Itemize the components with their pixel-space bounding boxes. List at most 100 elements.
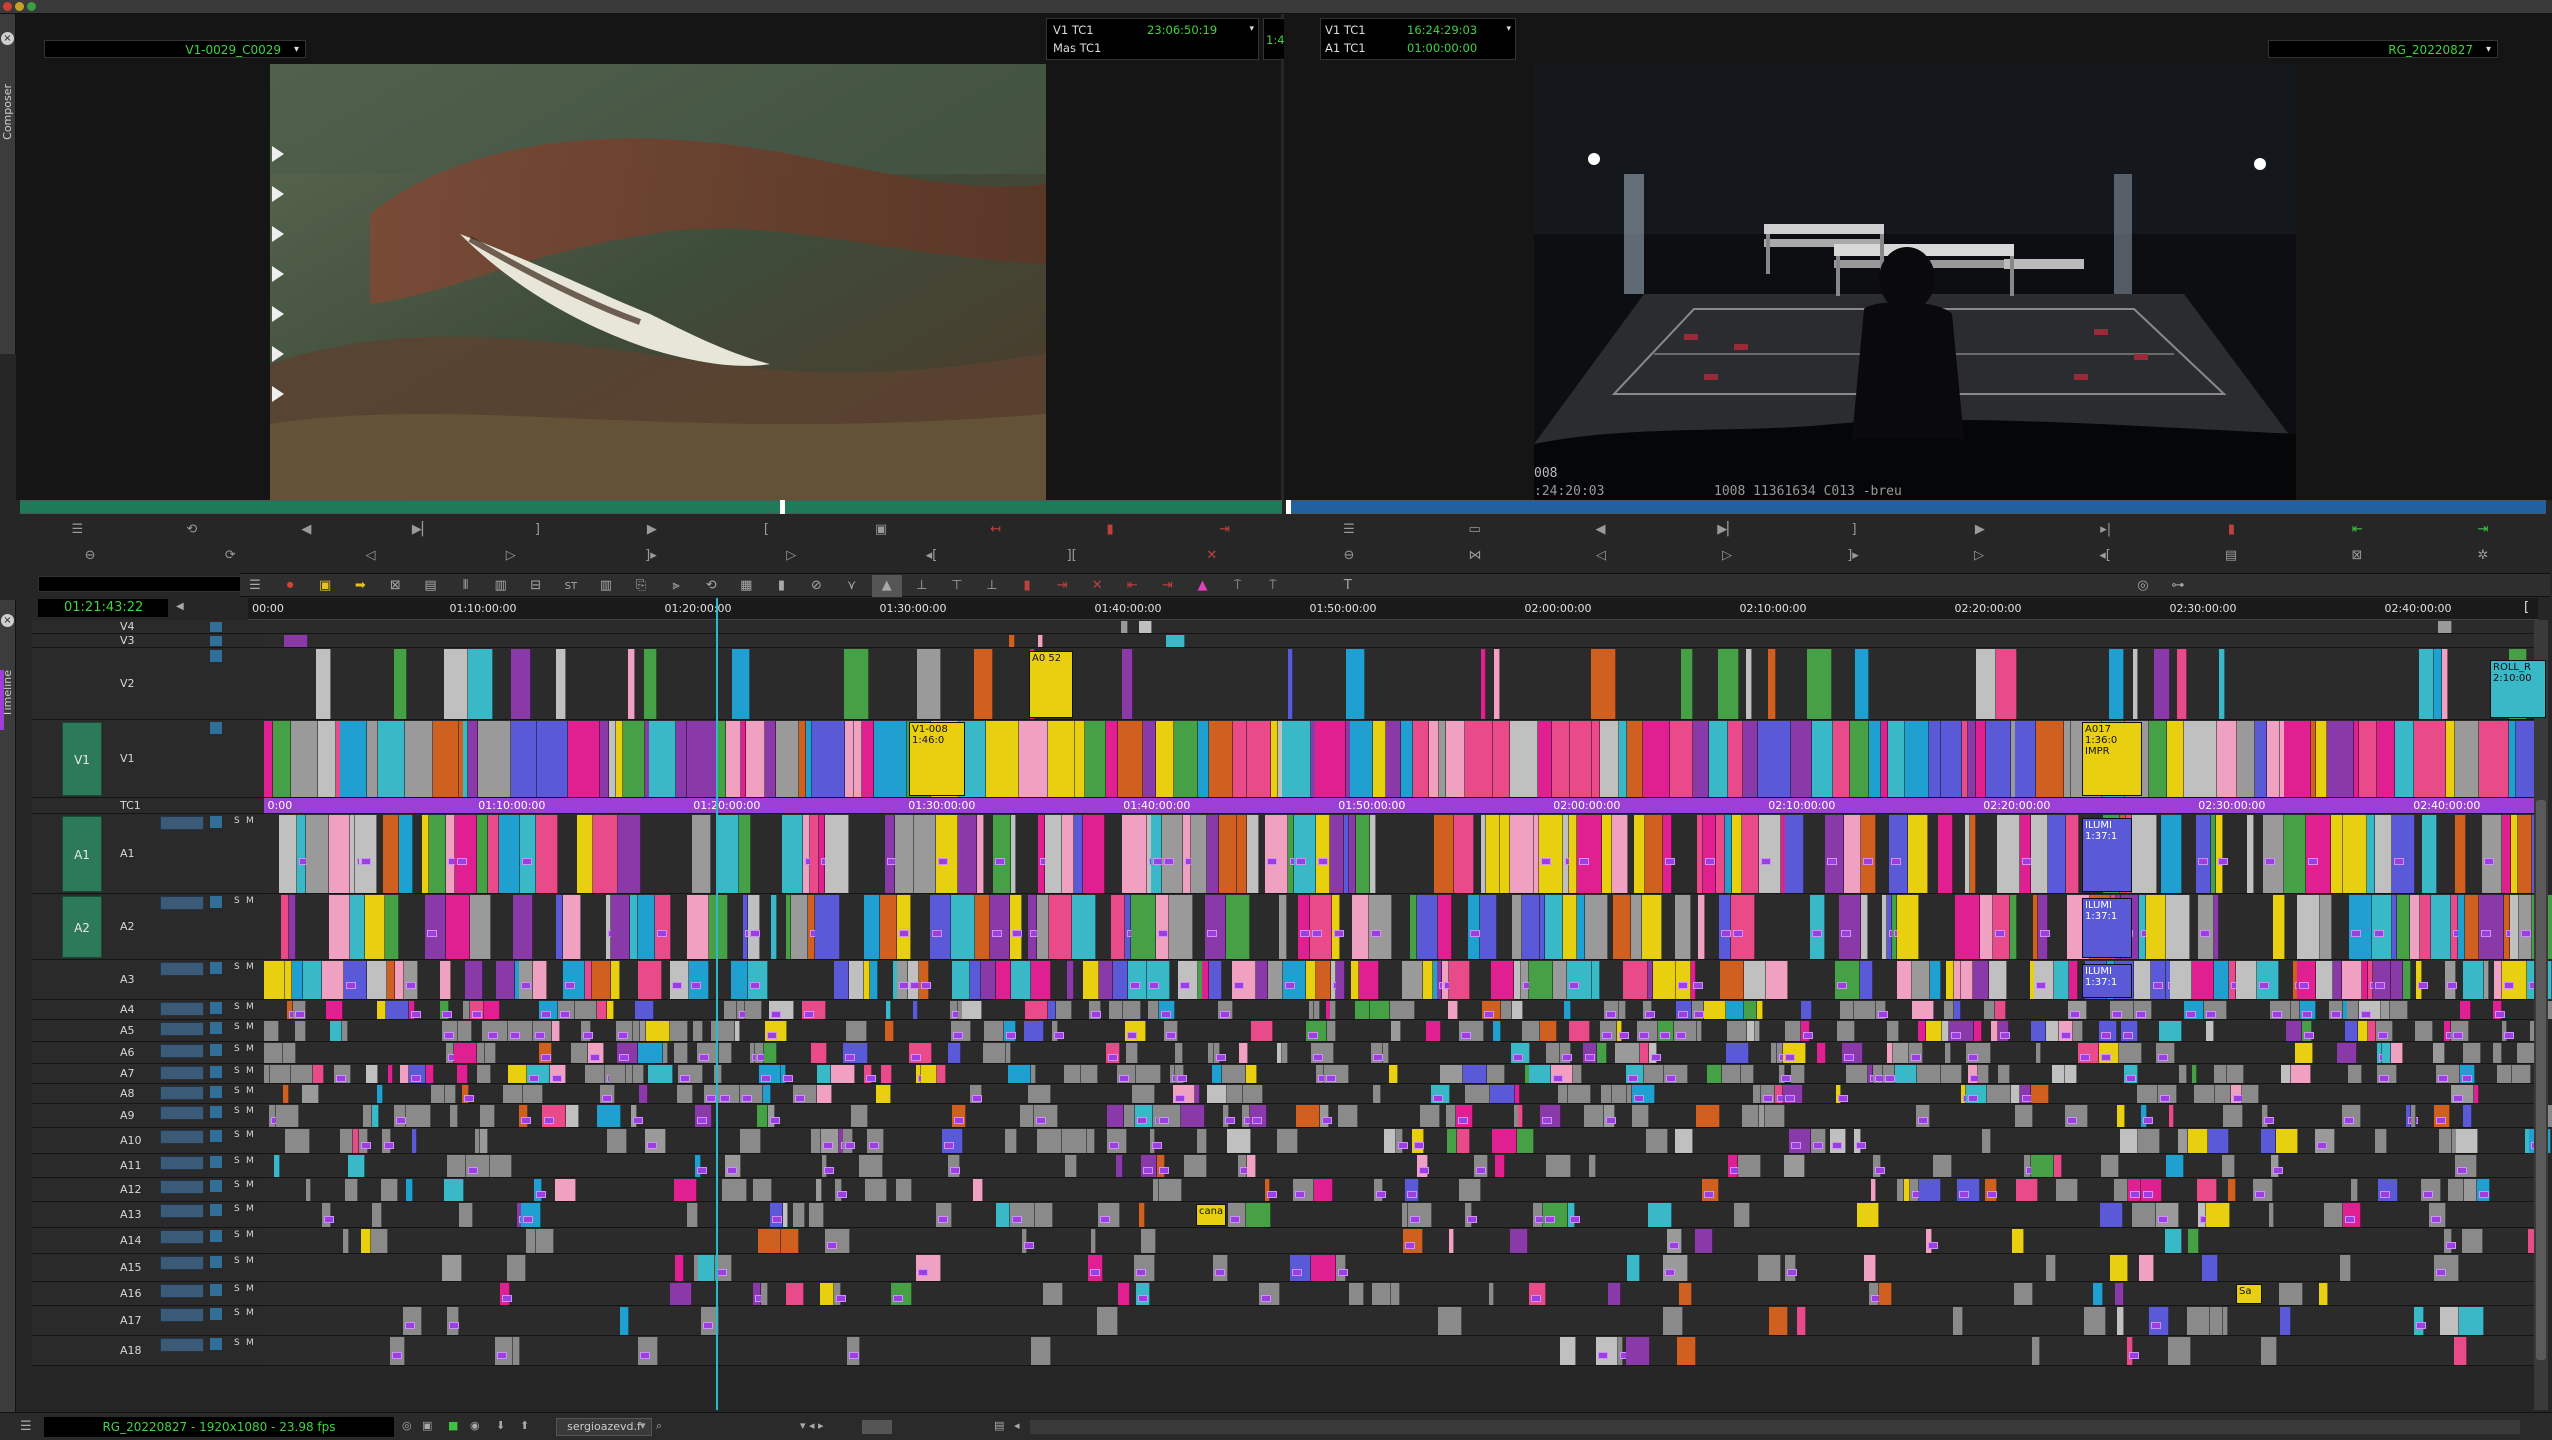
clip-marker-icon[interactable] [1665, 858, 1675, 865]
timeline-clip[interactable] [1577, 895, 1585, 959]
mute-button[interactable]: M [246, 1204, 254, 1214]
timeline-clip[interactable] [1349, 1283, 1364, 1305]
timeline-clip[interactable] [405, 721, 433, 797]
clip-marker-icon[interactable] [449, 1322, 459, 1329]
timeline-clip[interactable] [2227, 1065, 2244, 1083]
solo-button[interactable]: S [234, 1284, 240, 1294]
timeline-clip[interactable] [1693, 721, 1709, 797]
timeline-clip[interactable] [748, 961, 768, 999]
timeline-clip[interactable] [2416, 961, 2422, 999]
timeline-clip[interactable] [2261, 1337, 2277, 1365]
timeline-clip[interactable] [1742, 815, 1759, 893]
timeline-clip[interactable] [674, 1179, 697, 1201]
timeline-clip[interactable] [2375, 1129, 2387, 1153]
menu-icon[interactable]: ☰ [240, 575, 270, 597]
timeline-clip[interactable] [921, 1065, 937, 1083]
timeline-clip[interactable] [367, 961, 387, 999]
timeline-clip[interactable] [1294, 815, 1316, 893]
clip-marker-icon[interactable] [1803, 1032, 1813, 1039]
timeline-clip[interactable] [2165, 1229, 2182, 1253]
timeline-clip[interactable] [1113, 961, 1128, 999]
timeline-clip[interactable] [1553, 961, 1567, 999]
timeline-clip[interactable] [1315, 721, 1346, 797]
cycle-icon[interactable]: ⟳ [221, 548, 239, 563]
timeline-clip[interactable] [2188, 1129, 2208, 1153]
timeline-clip[interactable] [2375, 815, 2392, 893]
timeline-clip[interactable] [718, 721, 726, 797]
st-icon[interactable]: ST [556, 576, 586, 598]
clip-marker-icon[interactable] [1598, 1352, 1608, 1359]
timeline-clip[interactable] [2368, 1021, 2376, 1041]
clip-marker-icon[interactable] [699, 1054, 709, 1061]
timeline-clip[interactable] [1670, 721, 1693, 797]
timeline-clip[interactable] [2188, 1229, 2199, 1253]
timeline-clip[interactable] [2297, 961, 2316, 999]
close-window-icon[interactable] [3, 2, 12, 11]
timeline-clip[interactable] [2451, 895, 2458, 959]
timeline-clip[interactable] [1468, 895, 1480, 959]
timeline-clip[interactable] [1283, 961, 1306, 999]
timeline-clip[interactable] [2196, 815, 2211, 893]
clip-marker-icon[interactable] [706, 1095, 716, 1102]
clip-marker-icon[interactable] [2218, 858, 2228, 865]
timeline-clip[interactable] [556, 649, 566, 719]
timeline-clip[interactable] [499, 815, 520, 893]
track-header-a17[interactable]: A17 S M [32, 1306, 264, 1336]
minimize-window-icon[interactable] [15, 2, 24, 11]
user-field[interactable]: sergioazevd.f [556, 1418, 652, 1436]
timeline-clip[interactable] [1139, 1203, 1145, 1227]
clip-marker-icon[interactable] [583, 1032, 593, 1039]
timeline-clip[interactable] [1615, 1043, 1640, 1063]
timeline-clip[interactable] [1048, 1001, 1056, 1019]
lift-icon[interactable]: ⊥ [907, 575, 937, 597]
timeline-clip[interactable] [1417, 895, 1438, 959]
timeline-clip[interactable] [1174, 721, 1198, 797]
timeline-clip[interactable] [1978, 1065, 1989, 1083]
clip-marker-icon[interactable] [1220, 1011, 1230, 1018]
timeline-clip[interactable] [446, 815, 455, 893]
clip-marker-icon[interactable] [384, 1142, 394, 1149]
timeline-clip[interactable] [2168, 1337, 2191, 1365]
timeline-clip[interactable] [2494, 961, 2502, 999]
clip-marker-icon[interactable] [1036, 1117, 1046, 1124]
timeline-clip[interactable] [454, 1043, 477, 1063]
record-tc-display[interactable]: V1 TC1 16:24:29:03 A1 TC1 01:00:00:00 ▾ [1320, 18, 1516, 60]
track-header-a1[interactable]: A1 A1 S M [32, 814, 264, 894]
timeline-clip[interactable] [477, 1065, 491, 1083]
timeline-clip[interactable] [1268, 961, 1283, 999]
track-lane-v1[interactable]: V1-008 1:46:0 A017 1:36:0 IMPR [264, 720, 2546, 798]
solo-button[interactable]: S [234, 1106, 240, 1116]
timeline-clip[interactable] [1107, 1105, 1124, 1127]
timeline-clip[interactable] [2065, 1065, 2077, 1083]
track-header-v3[interactable]: V3 [32, 634, 264, 648]
timeline-clip[interactable] [285, 1129, 310, 1153]
timeline-clip[interactable] [799, 721, 806, 797]
timeline-clip[interactable] [1546, 1155, 1571, 1177]
timeline-clip[interactable] [1131, 895, 1156, 959]
timeline-clip[interactable] [342, 1021, 348, 1041]
timeline-clip[interactable] [477, 815, 488, 893]
clip-marker-icon[interactable] [1164, 858, 1174, 865]
track-header-a13[interactable]: A13 S M [32, 1202, 264, 1228]
timeline-clip[interactable] [2166, 895, 2190, 959]
timeline-clip[interactable] [1439, 721, 1446, 797]
timeline-clip[interactable] [1109, 1001, 1123, 1019]
timeline-clip[interactable] [764, 1043, 777, 1063]
play-icon[interactable]: ▶ [1971, 522, 1989, 537]
overwrite-icon[interactable]: ⊥ [977, 575, 1007, 597]
timeline-clip[interactable] [496, 961, 515, 999]
clip-marker-icon[interactable] [1419, 1167, 1429, 1174]
timeline-clip[interactable] [1426, 1021, 1441, 1041]
clip-marker-icon[interactable] [2143, 1191, 2153, 1198]
timeline-clip[interactable] [726, 721, 741, 797]
timeline-clip[interactable] [1370, 1001, 1390, 1019]
clip-marker-icon[interactable] [1733, 930, 1743, 937]
timeline-clip[interactable] [1465, 1203, 1472, 1227]
track-volume-control[interactable] [160, 1204, 204, 1218]
timeline-clip[interactable] [648, 1065, 673, 1083]
timeline-clip[interactable] [2178, 1129, 2188, 1153]
timeline-clip[interactable] [2340, 1255, 2351, 1281]
timeline-clip[interactable] [1982, 1129, 1991, 1153]
timeline-clip[interactable] [2093, 1283, 2103, 1305]
timeline-clip[interactable] [1121, 621, 1128, 633]
